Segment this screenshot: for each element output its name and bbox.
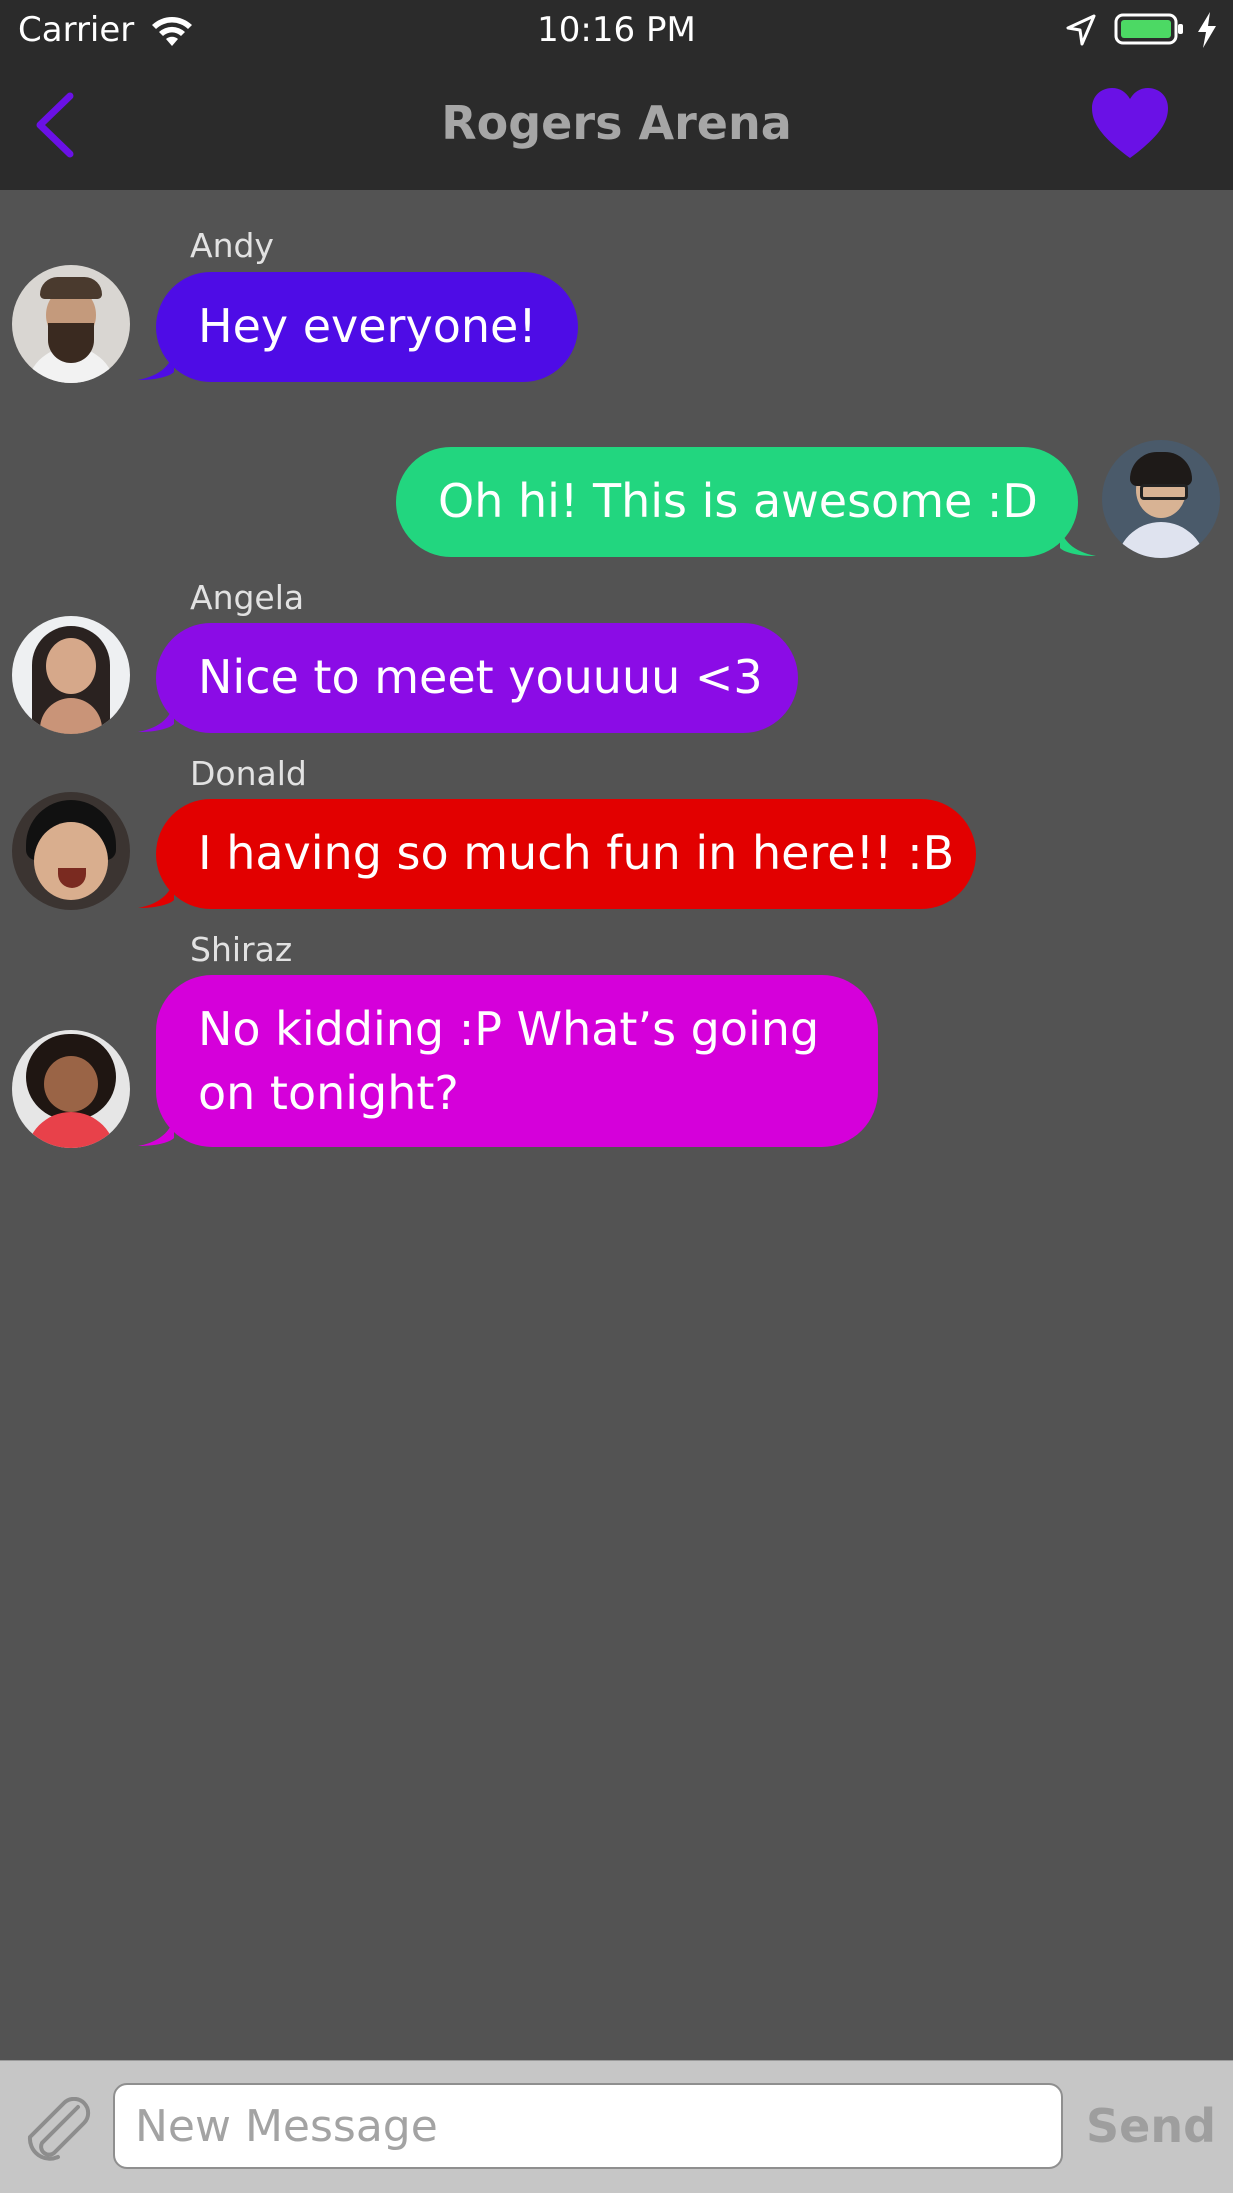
message-composer: Send — [0, 2060, 1233, 2193]
message-text-line: on tonight? — [198, 1066, 459, 1120]
message-text: Hey everyone! — [198, 299, 537, 353]
status-bar: Carrier 10:16 PM — [0, 0, 1233, 60]
avatar-andy[interactable] — [12, 265, 130, 383]
sender-name-andy: Andy — [190, 226, 274, 265]
message-text: Oh hi! This is awesome :D — [438, 474, 1038, 528]
message-text-line: No kidding :P What’s going — [198, 1002, 820, 1056]
avatar-donald[interactable] — [12, 792, 130, 910]
paperclip-icon[interactable] — [20, 2097, 92, 2161]
message-text: I having so much fun in here!! :B — [198, 826, 955, 880]
page-title: Rogers Arena — [441, 96, 792, 150]
bubble-tail — [1060, 522, 1096, 556]
nav-bar: Rogers Arena — [0, 60, 1233, 190]
avatar-angela[interactable] — [12, 616, 130, 734]
message-bubble-outgoing[interactable]: Oh hi! This is awesome :D — [396, 447, 1078, 557]
location-arrow-icon — [1066, 14, 1096, 46]
sender-name-donald: Donald — [190, 754, 307, 793]
battery-icon — [1114, 13, 1183, 45]
heart-icon[interactable] — [1090, 88, 1170, 160]
avatar-self[interactable] — [1102, 440, 1220, 558]
status-time: 10:16 PM — [537, 10, 696, 50]
message-bubble[interactable]: Nice to meet youuuu <3 — [156, 623, 798, 733]
top-bar: Carrier 10:16 PM Rogers Arena — [0, 0, 1233, 190]
message-bubble[interactable]: I having so much fun in here!! :B — [156, 799, 976, 909]
message-input[interactable] — [113, 2083, 1063, 2169]
sender-name-shiraz: Shiraz — [190, 930, 293, 969]
send-button[interactable]: Send — [1086, 2099, 1216, 2153]
charging-bolt-icon — [1198, 12, 1216, 48]
message-text: Nice to meet youuuu <3 — [198, 650, 763, 704]
message-bubble[interactable]: No kidding :P What’s going on tonight? — [156, 975, 878, 1147]
message-bubble[interactable]: Hey everyone! — [156, 272, 578, 382]
avatar-shiraz[interactable] — [12, 1030, 130, 1148]
sender-name-angela: Angela — [190, 578, 305, 617]
